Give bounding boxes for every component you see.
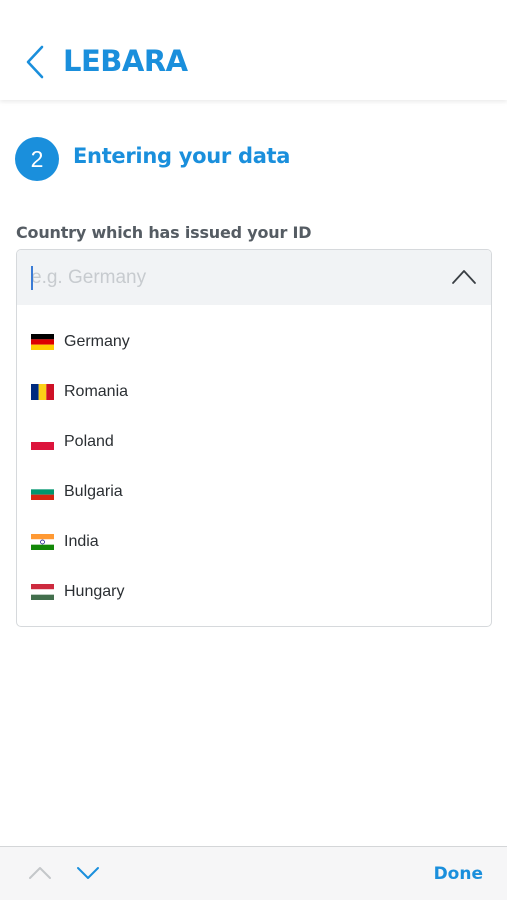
lebara-logo: LEBARA — [63, 44, 188, 78]
country-option-romania[interactable]: Romania — [17, 367, 491, 417]
country-input-row[interactable] — [17, 250, 491, 305]
app-header: LEBARA — [0, 0, 507, 100]
country-field-label: Country which has issued your ID — [16, 223, 312, 242]
screen: LEBARA 2 Entering your data Country whic… — [0, 0, 507, 900]
country-option-bulgaria[interactable]: Bulgaria — [17, 467, 491, 517]
country-search-input[interactable] — [31, 262, 441, 294]
chevron-left-icon — [26, 45, 44, 79]
bulgaria-flag-icon — [31, 484, 54, 500]
country-option-label: Romania — [64, 383, 129, 400]
done-button[interactable]: Done — [434, 864, 483, 884]
country-option-germany[interactable]: Germany — [17, 317, 491, 367]
step-number-badge: 2 — [15, 137, 59, 181]
country-option-hungary[interactable]: Hungary — [17, 567, 491, 617]
country-options-list: Germany Romania Poland Bulgaria India Hu… — [17, 305, 491, 617]
back-button[interactable] — [18, 44, 52, 80]
country-option-label: Hungary — [64, 583, 125, 600]
country-dropdown: Germany Romania Poland — [16, 249, 492, 627]
chevron-up-icon — [29, 867, 51, 879]
hungary-flag-icon — [31, 584, 54, 600]
dropdown-toggle-button[interactable] — [451, 266, 477, 288]
country-option-label: Bulgaria — [64, 483, 123, 500]
chevron-up-icon — [452, 270, 476, 284]
country-option-label: Poland — [64, 433, 114, 450]
germany-flag-icon — [31, 334, 54, 350]
previous-field-button[interactable] — [28, 865, 52, 881]
step-title: Entering your data — [73, 144, 291, 168]
poland-flag-icon — [31, 434, 54, 450]
text-caret — [31, 266, 33, 290]
next-field-button[interactable] — [76, 865, 100, 881]
keyboard-accessory-bar: Done — [0, 846, 507, 900]
country-option-label: Germany — [64, 333, 130, 350]
india-flag-icon — [31, 534, 54, 550]
romania-flag-icon — [31, 384, 54, 400]
country-option-poland[interactable]: Poland — [17, 417, 491, 467]
chevron-down-icon — [77, 867, 99, 879]
country-option-label: India — [64, 533, 99, 550]
country-option-india[interactable]: India — [17, 517, 491, 567]
